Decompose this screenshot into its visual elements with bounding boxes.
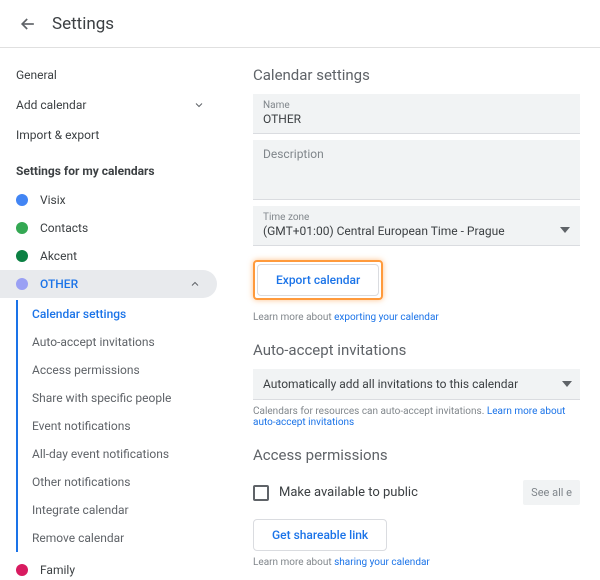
sidebar-sub-auto-accept[interactable]: Auto-accept invitations <box>18 328 225 356</box>
section-title-access-permissions: Access permissions <box>253 446 580 464</box>
sidebar-heading-my-calendars: Settings for my calendars <box>0 150 225 186</box>
sidebar-sub-event-notifications[interactable]: Event notifications <box>18 412 225 440</box>
dropdown-arrow-icon <box>562 379 572 389</box>
chevron-down-icon <box>193 99 205 111</box>
sidebar-calendar-visix[interactable]: Visix <box>0 186 217 214</box>
export-calendar-button[interactable]: Export calendar <box>257 264 379 296</box>
public-label: Make available to public <box>279 485 418 500</box>
sharing-learn-more-link[interactable]: sharing your calendar <box>334 557 430 568</box>
description-placeholder: Description <box>263 146 570 162</box>
sidebar-calendar-other[interactable]: OTHER <box>0 270 217 298</box>
sidebar-sub-integrate-calendar[interactable]: Integrate calendar <box>18 496 225 524</box>
sidebar-sub-share-specific[interactable]: Share with specific people <box>18 384 225 412</box>
sidebar-sub-other-notifications[interactable]: Other notifications <box>18 468 225 496</box>
export-highlight: Export calendar <box>253 260 383 300</box>
section-title-auto-accept: Auto-accept invitations <box>253 341 580 359</box>
calendar-color-dot <box>16 278 28 290</box>
see-all-events-dropdown[interactable]: See all e <box>523 480 580 505</box>
calendar-color-dot <box>16 250 28 262</box>
auto-accept-dropdown[interactable]: Automatically add all invitations to thi… <box>253 369 580 400</box>
get-shareable-link-button[interactable]: Get shareable link <box>253 519 387 551</box>
calendar-color-dot <box>16 222 28 234</box>
arrow-left-icon <box>18 14 38 34</box>
sidebar-item-import-export[interactable]: Import & export <box>0 120 225 150</box>
page-title: Settings <box>52 14 114 34</box>
main-content: Calendar settings Name OTHER Description… <box>225 48 600 580</box>
sidebar-calendar-family[interactable]: Family <box>0 556 217 580</box>
topbar: Settings <box>0 0 600 48</box>
name-field-label: Name <box>263 100 570 111</box>
sidebar-sub-access-permissions[interactable]: Access permissions <box>18 356 225 384</box>
export-learn-more: Learn more about exporting your calendar <box>253 312 580 323</box>
public-permission-row: Make available to public See all e <box>253 474 580 511</box>
sidebar-sub-allday-notifications[interactable]: All-day event notifications <box>18 440 225 468</box>
name-field-value: OTHER <box>263 111 570 127</box>
sidebar-item-general[interactable]: General <box>0 60 225 90</box>
calendar-color-dot <box>16 194 28 206</box>
dropdown-arrow-icon <box>560 225 570 239</box>
sidebar-calendar-akcent[interactable]: Akcent <box>0 242 217 270</box>
auto-accept-dropdown-value: Automatically add all invitations to thi… <box>263 377 518 391</box>
export-learn-more-link[interactable]: exporting your calendar <box>334 312 439 323</box>
sidebar-sub-remove-calendar[interactable]: Remove calendar <box>18 524 225 552</box>
sidebar: General Add calendar Import & export Set… <box>0 48 225 580</box>
chevron-up-icon <box>189 278 201 290</box>
auto-accept-note: Calendars for resources can auto-accept … <box>253 406 580 428</box>
sidebar-calendar-contacts[interactable]: Contacts <box>0 214 217 242</box>
timezone-value: (GMT+01:00) Central European Time - Prag… <box>263 223 560 239</box>
description-field[interactable]: Description <box>253 140 580 200</box>
back-button[interactable] <box>12 8 44 40</box>
sharing-learn-more: Learn more about sharing your calendar <box>253 557 580 568</box>
public-checkbox[interactable] <box>253 485 269 501</box>
calendar-color-dot <box>16 564 28 576</box>
sidebar-item-add-calendar[interactable]: Add calendar <box>0 90 225 120</box>
sidebar-sub-calendar-settings[interactable]: Calendar settings <box>18 300 225 328</box>
section-title-calendar-settings: Calendar settings <box>253 66 580 84</box>
timezone-label: Time zone <box>263 212 560 223</box>
name-field[interactable]: Name OTHER <box>253 94 580 134</box>
timezone-field[interactable]: Time zone (GMT+01:00) Central European T… <box>253 206 580 246</box>
sidebar-sublist: Calendar settings Auto-accept invitation… <box>16 300 225 552</box>
